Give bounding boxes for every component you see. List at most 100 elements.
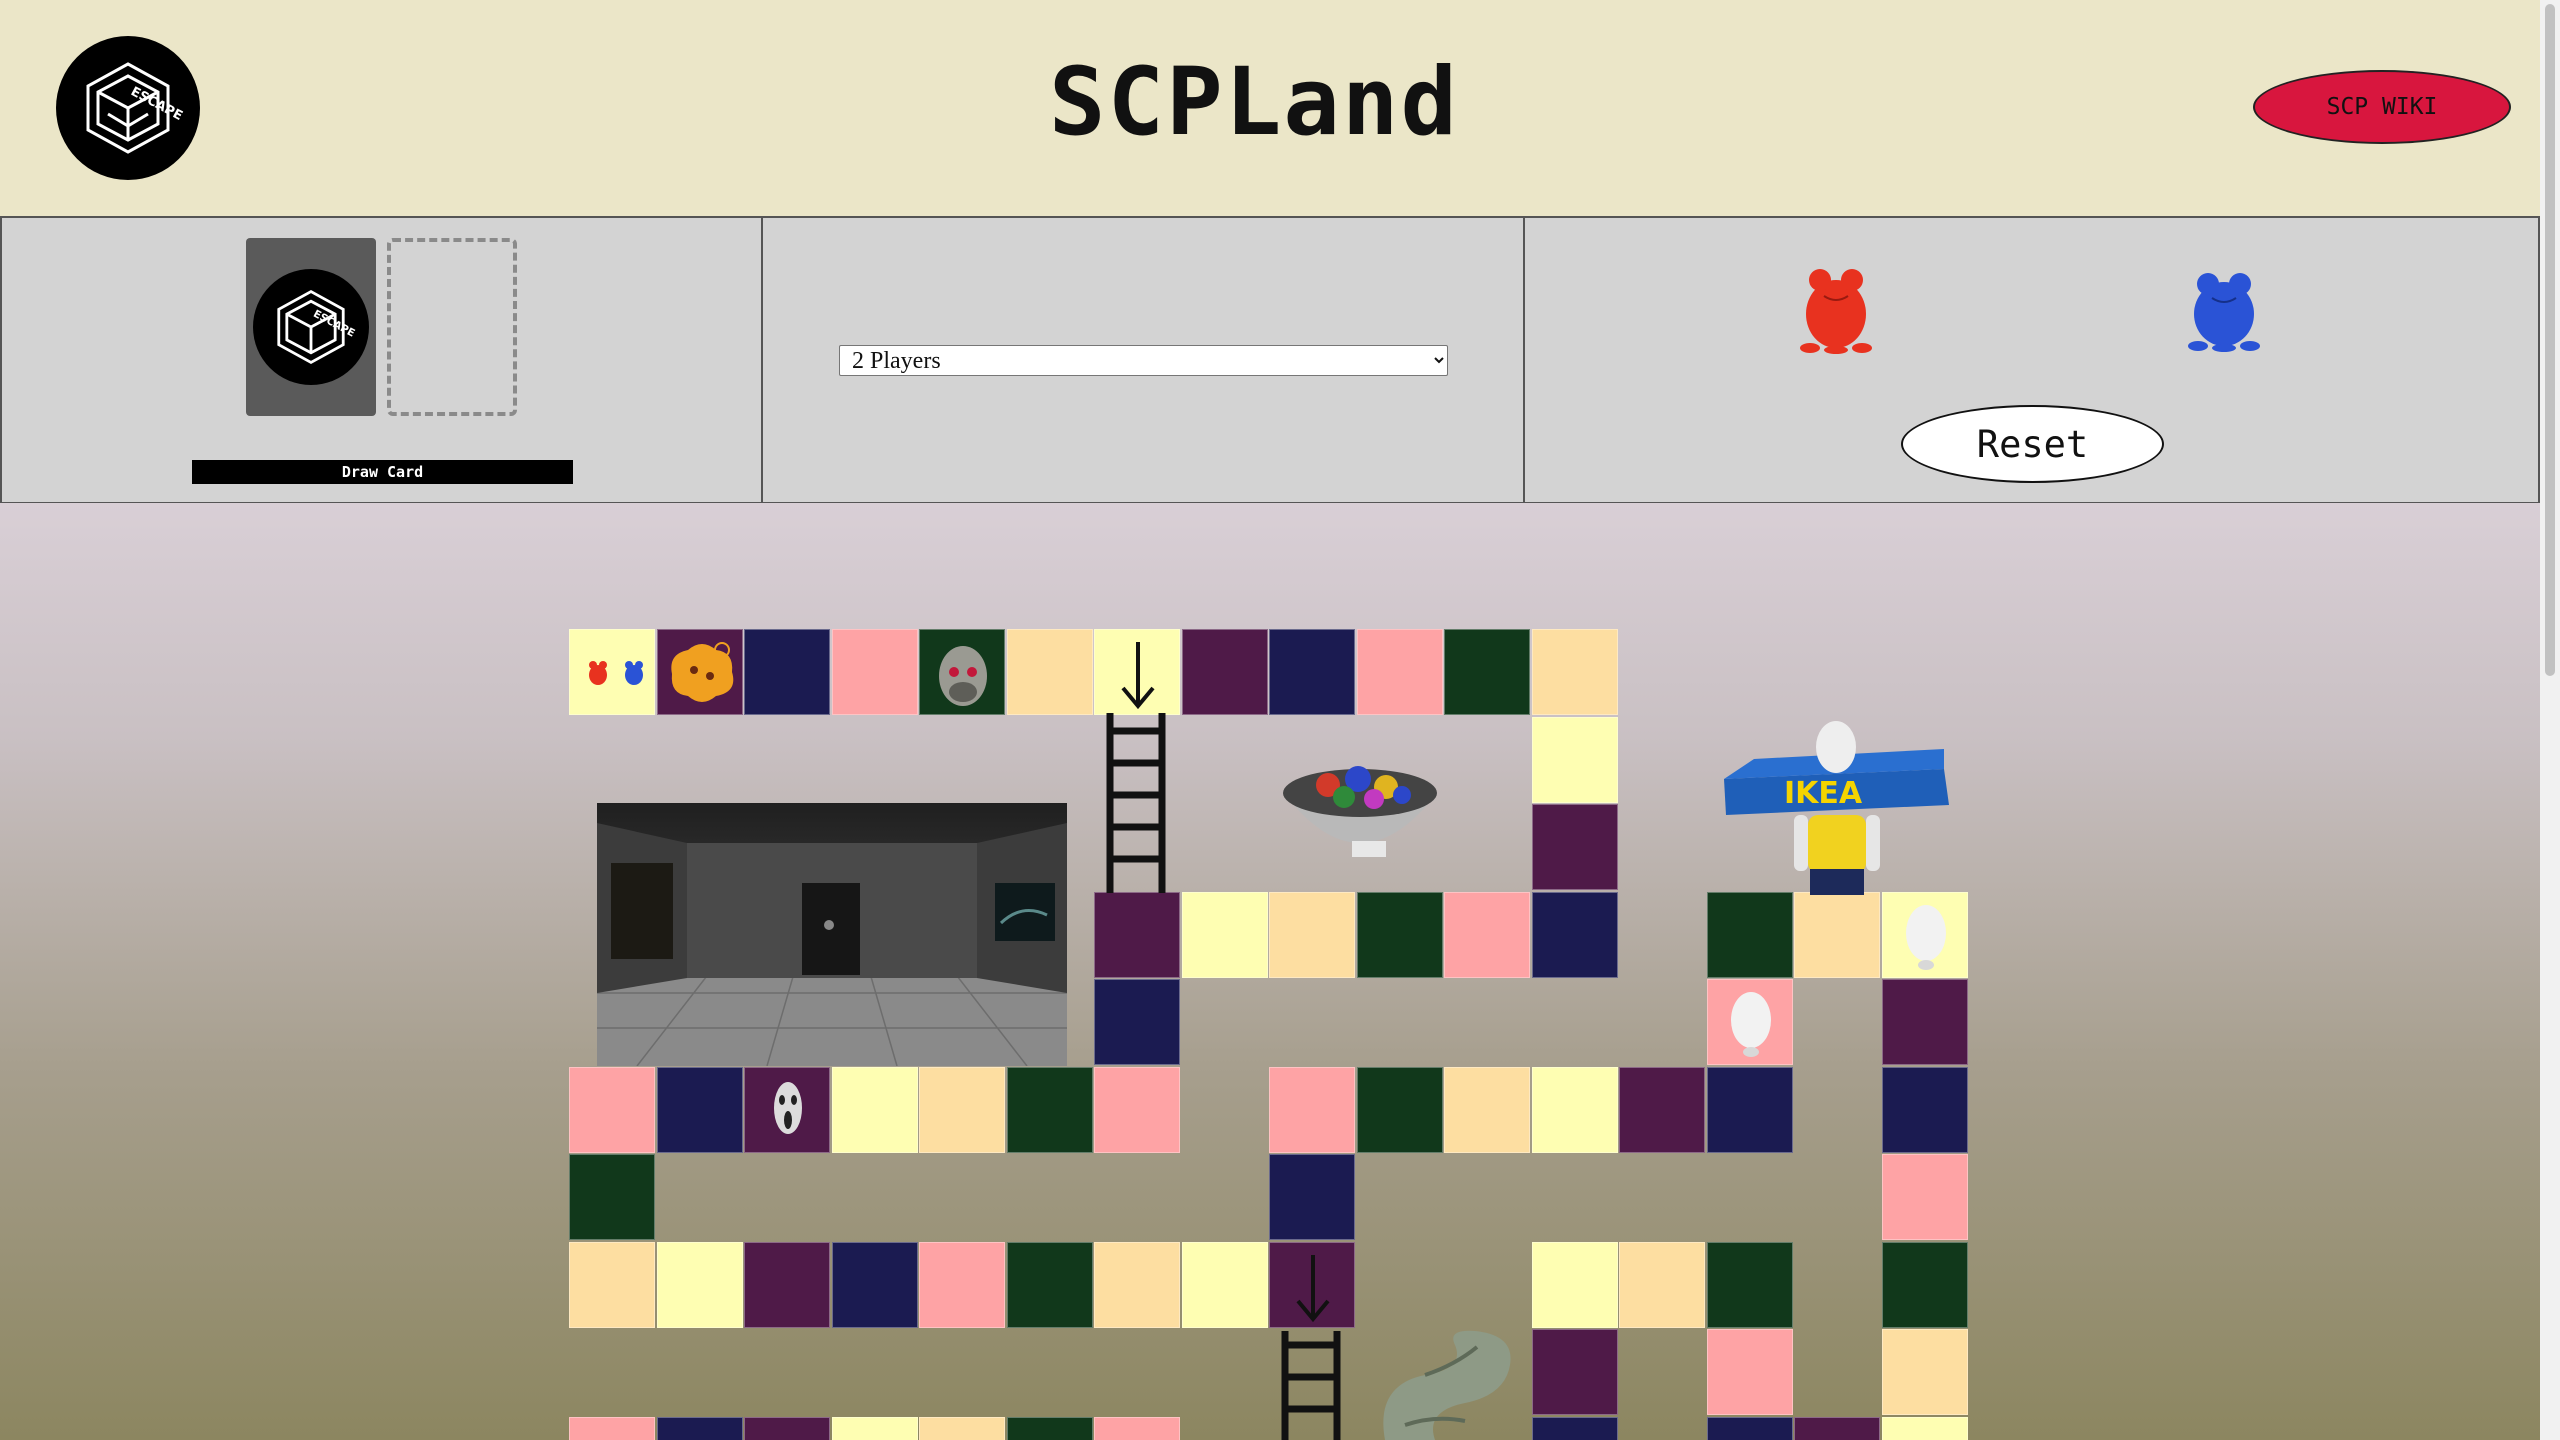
header: ESCAPE SCPLand SCP WIKI <box>0 0 2540 216</box>
board-tile <box>831 1066 918 1153</box>
board-tile <box>1706 891 1793 978</box>
orange-blob-icon <box>670 642 733 702</box>
page-scrollbar[interactable] <box>2540 0 2560 1440</box>
scream-face-icon <box>774 1081 802 1134</box>
serpent-statue-icon <box>1383 1330 1511 1440</box>
board-tile <box>744 1241 830 1328</box>
board-tile <box>1269 629 1355 715</box>
game-board-area: IKEA <box>0 503 2540 1440</box>
board-tile <box>831 1416 918 1440</box>
board-tile <box>1706 1416 1793 1440</box>
board-tile <box>1356 891 1443 978</box>
board-tile <box>1794 1416 1880 1440</box>
board-tile <box>1531 629 1618 715</box>
player-token-panel: Reset <box>1523 216 2540 504</box>
ladder-icon <box>1281 1331 1341 1440</box>
board-tile <box>744 1416 830 1440</box>
board-tile <box>744 1066 830 1153</box>
board-tile <box>1181 629 1268 715</box>
board-tile <box>919 1241 1005 1328</box>
start-tokens-icon <box>589 661 643 685</box>
board-tile <box>831 1241 918 1328</box>
ladder-icon <box>1106 713 1166 893</box>
board-tile <box>1881 891 1968 978</box>
containment-room-image <box>597 803 1067 1067</box>
board-tile <box>569 1416 655 1440</box>
board-tile <box>1881 1329 1968 1415</box>
board-tile <box>1006 1241 1093 1328</box>
board-tile <box>656 1066 743 1153</box>
board-tile <box>1881 1154 1968 1240</box>
board-tile <box>1006 629 1093 715</box>
board-tile <box>1531 1329 1618 1415</box>
board-tile <box>1181 891 1268 978</box>
board-tile <box>1444 891 1530 978</box>
board-tile <box>1531 891 1618 978</box>
deck-logo: ESCAPE <box>253 269 369 385</box>
board-tile <box>656 1416 743 1440</box>
board-tile <box>919 1066 1005 1153</box>
white-head-icon <box>1730 992 1771 1057</box>
board-tile <box>569 1066 655 1153</box>
card-panel: ESCAPE Draw Card <box>0 216 763 504</box>
board-tile <box>1531 1416 1618 1440</box>
board-tile <box>1706 979 1793 1065</box>
board-tile <box>1444 1066 1530 1153</box>
player-count-panel: 2 Players <box>761 216 1525 504</box>
board-tile <box>656 629 743 715</box>
red-frog-token-icon[interactable] <box>1800 266 1872 354</box>
board-tile <box>1619 1066 1705 1153</box>
game-board <box>0 503 2540 1440</box>
board-tile <box>1531 716 1618 803</box>
board-tile <box>1619 1241 1705 1328</box>
down-arrow-icon <box>1296 1254 1330 1322</box>
board-tile <box>1006 1416 1093 1440</box>
board-tile <box>1181 1241 1268 1328</box>
player-count-select[interactable]: 2 Players <box>839 345 1448 376</box>
board-tile <box>569 1241 655 1328</box>
scrollbar-thumb[interactable] <box>2545 4 2555 676</box>
board-tile <box>744 629 830 715</box>
board-tile <box>1706 1066 1793 1153</box>
page-title: SCPLand <box>1048 48 1460 157</box>
board-tile <box>1881 1416 1968 1440</box>
board-tile <box>569 1154 655 1240</box>
reset-button[interactable]: Reset <box>1901 405 2164 483</box>
draw-card-button[interactable]: Draw Card <box>192 460 573 484</box>
drawn-card-slot <box>387 238 517 416</box>
candy-bowl-icon <box>1283 766 1437 857</box>
board-tile <box>1881 979 1968 1065</box>
board-tile <box>1531 804 1618 890</box>
board-tile <box>1269 1241 1355 1328</box>
board-tile <box>656 1241 743 1328</box>
board-tile <box>1881 1066 1968 1153</box>
cube-logo-icon: ESCAPE <box>277 289 357 365</box>
white-head-icon <box>1905 904 1946 970</box>
board-tile <box>1531 1241 1618 1328</box>
board-tile <box>1794 891 1880 978</box>
board-tile <box>1531 1066 1618 1153</box>
board-tile <box>1269 891 1355 978</box>
board-tile <box>1094 1066 1180 1153</box>
board-tile <box>1356 629 1443 715</box>
board-tile <box>1706 1241 1793 1328</box>
board-tile <box>919 1416 1005 1440</box>
board-tile <box>1269 1154 1355 1240</box>
scp-wiki-button[interactable]: SCP WIKI <box>2253 70 2511 144</box>
board-tile <box>1094 891 1180 978</box>
svg-text:IKEA: IKEA <box>1784 776 1863 811</box>
board-tile <box>831 629 918 715</box>
board-tile <box>1706 1329 1793 1415</box>
board-tile <box>1269 1066 1355 1153</box>
blue-frog-token-icon[interactable] <box>2188 270 2260 352</box>
ikea-figure-icon: IKEA <box>1724 721 1949 895</box>
board-tile <box>1356 1066 1443 1153</box>
board-tile <box>1881 1241 1968 1328</box>
board-tile <box>1444 629 1530 715</box>
down-arrow-icon <box>1121 642 1155 710</box>
board-tile <box>1094 629 1180 715</box>
board-tile <box>1094 979 1180 1065</box>
board-tile <box>1094 1241 1180 1328</box>
card-deck[interactable]: ESCAPE <box>246 238 376 416</box>
reptile-head-icon <box>939 646 987 706</box>
